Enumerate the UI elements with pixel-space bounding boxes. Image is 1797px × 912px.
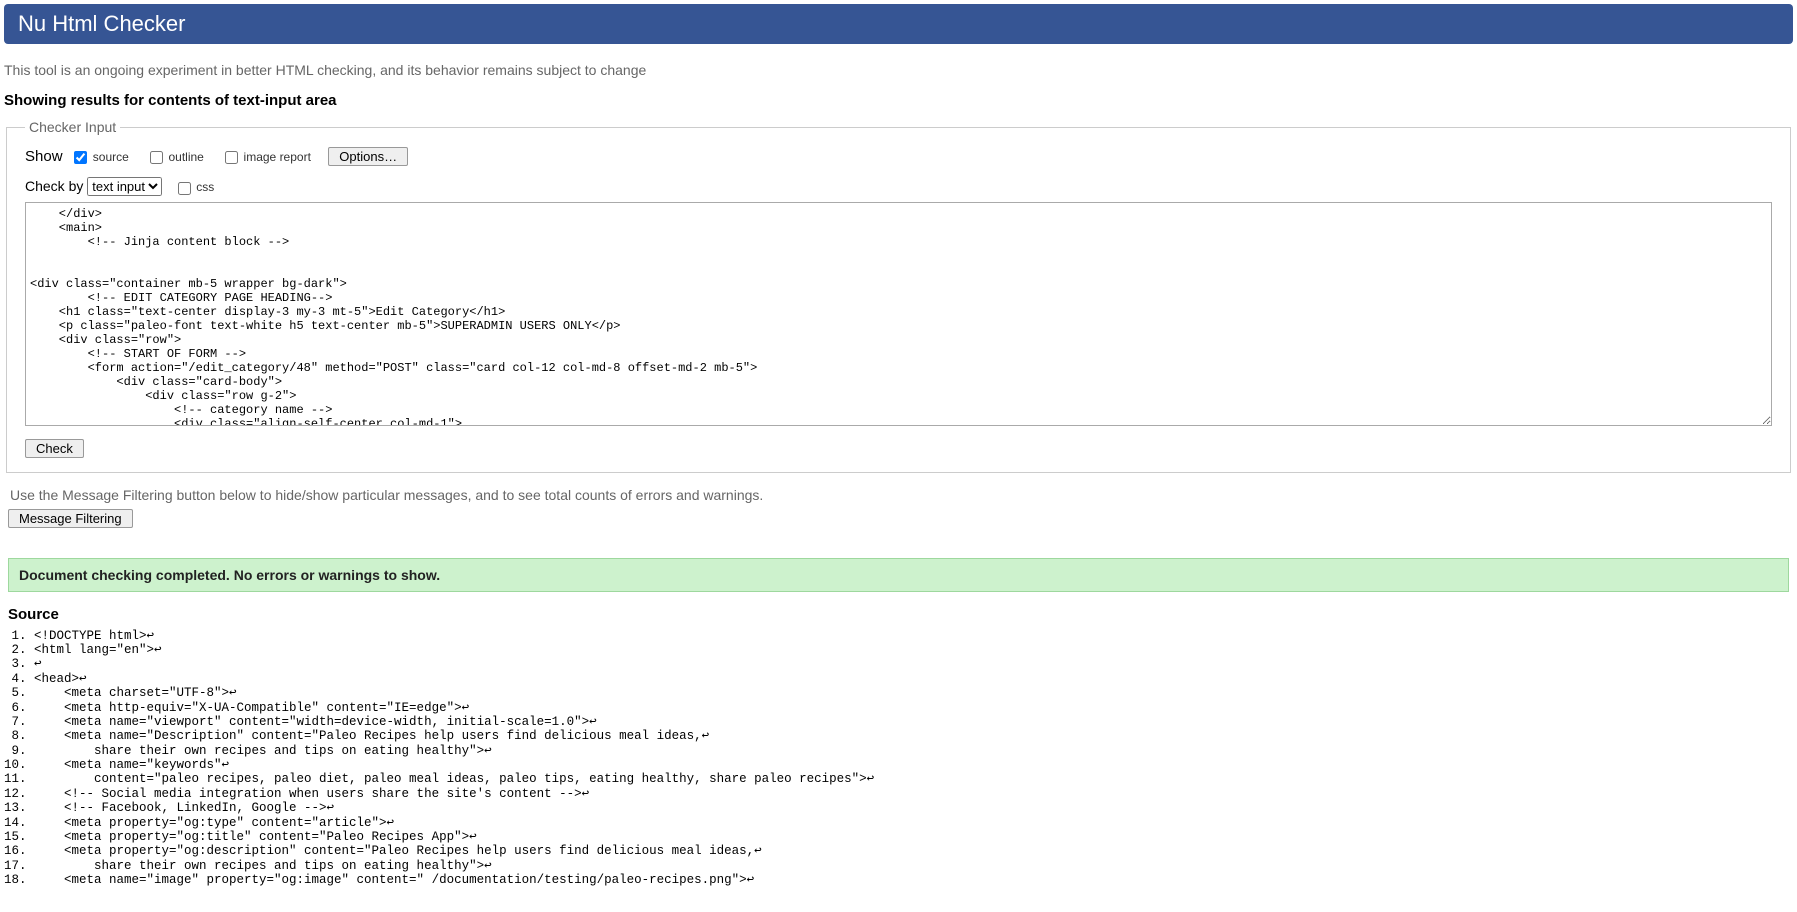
source-checkbox[interactable] (74, 151, 87, 164)
checker-input-legend: Checker Input (25, 119, 120, 135)
message-filtering-button[interactable]: Message Filtering (8, 509, 133, 528)
outline-checkbox-label: outline (168, 150, 203, 164)
page-title-bar: Nu Html Checker (4, 4, 1793, 44)
source-line: <!DOCTYPE html>↩ (34, 629, 1793, 643)
results-heading: Showing results for contents of text-inp… (4, 92, 1793, 109)
tool-description: This tool is an ongoing experiment in be… (4, 62, 1793, 78)
app-title: Nu Html Checker (18, 11, 185, 36)
css-checkbox[interactable] (178, 182, 191, 195)
source-line: ↩ (34, 657, 1793, 671)
source-line: <meta property="og:type" content="articl… (34, 816, 1793, 830)
source-line: <meta property="og:description" content=… (34, 844, 1793, 858)
source-line: <!-- Facebook, LinkedIn, Google -->↩ (34, 801, 1793, 815)
source-line: <meta name="viewport" content="width=dev… (34, 715, 1793, 729)
outline-checkbox[interactable] (150, 151, 163, 164)
filter-caption: Use the Message Filtering button below t… (10, 487, 1793, 503)
checker-input-fieldset: Checker Input Show source outline image … (6, 119, 1791, 473)
source-line: content="paleo recipes, paleo diet, pale… (34, 772, 1793, 786)
source-checkbox-label: source (93, 150, 129, 164)
source-line: share their own recipes and tips on eati… (34, 744, 1793, 758)
show-options-row: Show source outline image report Options… (25, 147, 1772, 167)
html-input-textarea[interactable] (25, 202, 1772, 426)
source-line: <meta name="keywords"↩ (34, 758, 1793, 772)
check-by-label: Check by (25, 178, 83, 194)
options-button[interactable]: Options… (328, 147, 408, 166)
source-line: share their own recipes and tips on eati… (34, 859, 1793, 873)
show-label: Show (25, 148, 63, 165)
source-heading: Source (8, 606, 1793, 623)
source-line: <meta name="image" property="og:image" c… (34, 873, 1793, 887)
source-line: <meta http-equiv="X-UA-Compatible" conte… (34, 701, 1793, 715)
check-by-select[interactable]: text input (87, 177, 162, 196)
source-line: <meta property="og:title" content="Paleo… (34, 830, 1793, 844)
source-line: <meta name="Description" content="Paleo … (34, 729, 1793, 743)
image-report-checkbox-label: image report (244, 150, 311, 164)
check-button[interactable]: Check (25, 439, 84, 458)
source-line: <!-- Social media integration when users… (34, 787, 1793, 801)
source-listing: <!DOCTYPE html>↩<html lang="en">↩↩<head>… (34, 629, 1793, 888)
success-message: Document checking completed. No errors o… (8, 558, 1789, 592)
source-line: <head>↩ (34, 672, 1793, 686)
image-report-checkbox[interactable] (225, 151, 238, 164)
source-line: <html lang="en">↩ (34, 643, 1793, 657)
source-line: <meta charset="UTF-8">↩ (34, 686, 1793, 700)
check-by-row: Check by text input css (25, 177, 1772, 197)
css-checkbox-label: css (196, 180, 214, 194)
